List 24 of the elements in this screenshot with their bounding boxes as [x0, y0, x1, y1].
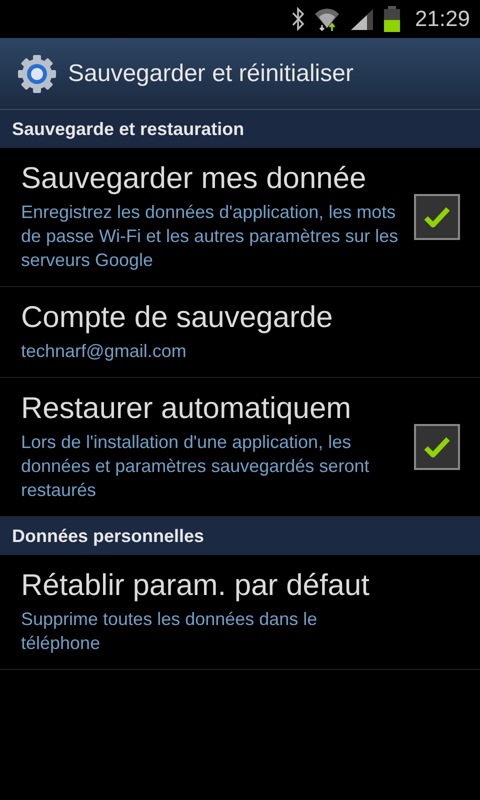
- settings-item[interactable]: Compte de sauvegarde technarf@gmail.com: [0, 287, 480, 378]
- checkmark-icon: [423, 435, 451, 459]
- section-title: Données personnelles: [12, 526, 204, 546]
- battery-icon: [382, 6, 401, 32]
- settings-item[interactable]: Sauvegarder mes donnée Enregistrez les données d'application, les mots de passe Wi-Fi et les autres paramètres sur les serveurs Google: [0, 148, 480, 287]
- settings-item[interactable]: Rétablir param. par défaut Supprime toutes les données dans le téléphone: [0, 555, 480, 670]
- clock: 21:29: [414, 6, 470, 32]
- item-summary: Lors de l'installation d'une application, les données et paramètres sauvegardés seront restaurés: [21, 431, 370, 502]
- item-title: Sauvegarder mes donnée: [21, 162, 368, 196]
- item-summary: Supprime toutes les données dans le téléphone: [21, 608, 318, 655]
- signal-icon: [348, 7, 375, 31]
- wifi-icon: [312, 6, 341, 32]
- item-title: Restaurer automatiquem: [21, 392, 352, 426]
- section-title: Sauvegarde et restauration: [12, 118, 244, 140]
- bluetooth-icon: [290, 7, 305, 31]
- checkbox[interactable]: [414, 194, 460, 240]
- checkbox[interactable]: [414, 424, 460, 470]
- item-title: Compte de sauvegarde: [21, 301, 334, 335]
- checkmark-icon: [423, 205, 451, 229]
- gear-icon: [16, 52, 58, 94]
- item-title: Rétablir param. par défaut: [21, 569, 371, 603]
- screen-title: Sauvegarder et réinitialiser: [68, 60, 354, 88]
- item-summary: technarf@gmail.com: [21, 340, 188, 363]
- item-summary: Enregistrez les données d'application, les mots de passe Wi-Fi et les autres paramètres sur les serveurs Google: [21, 201, 400, 272]
